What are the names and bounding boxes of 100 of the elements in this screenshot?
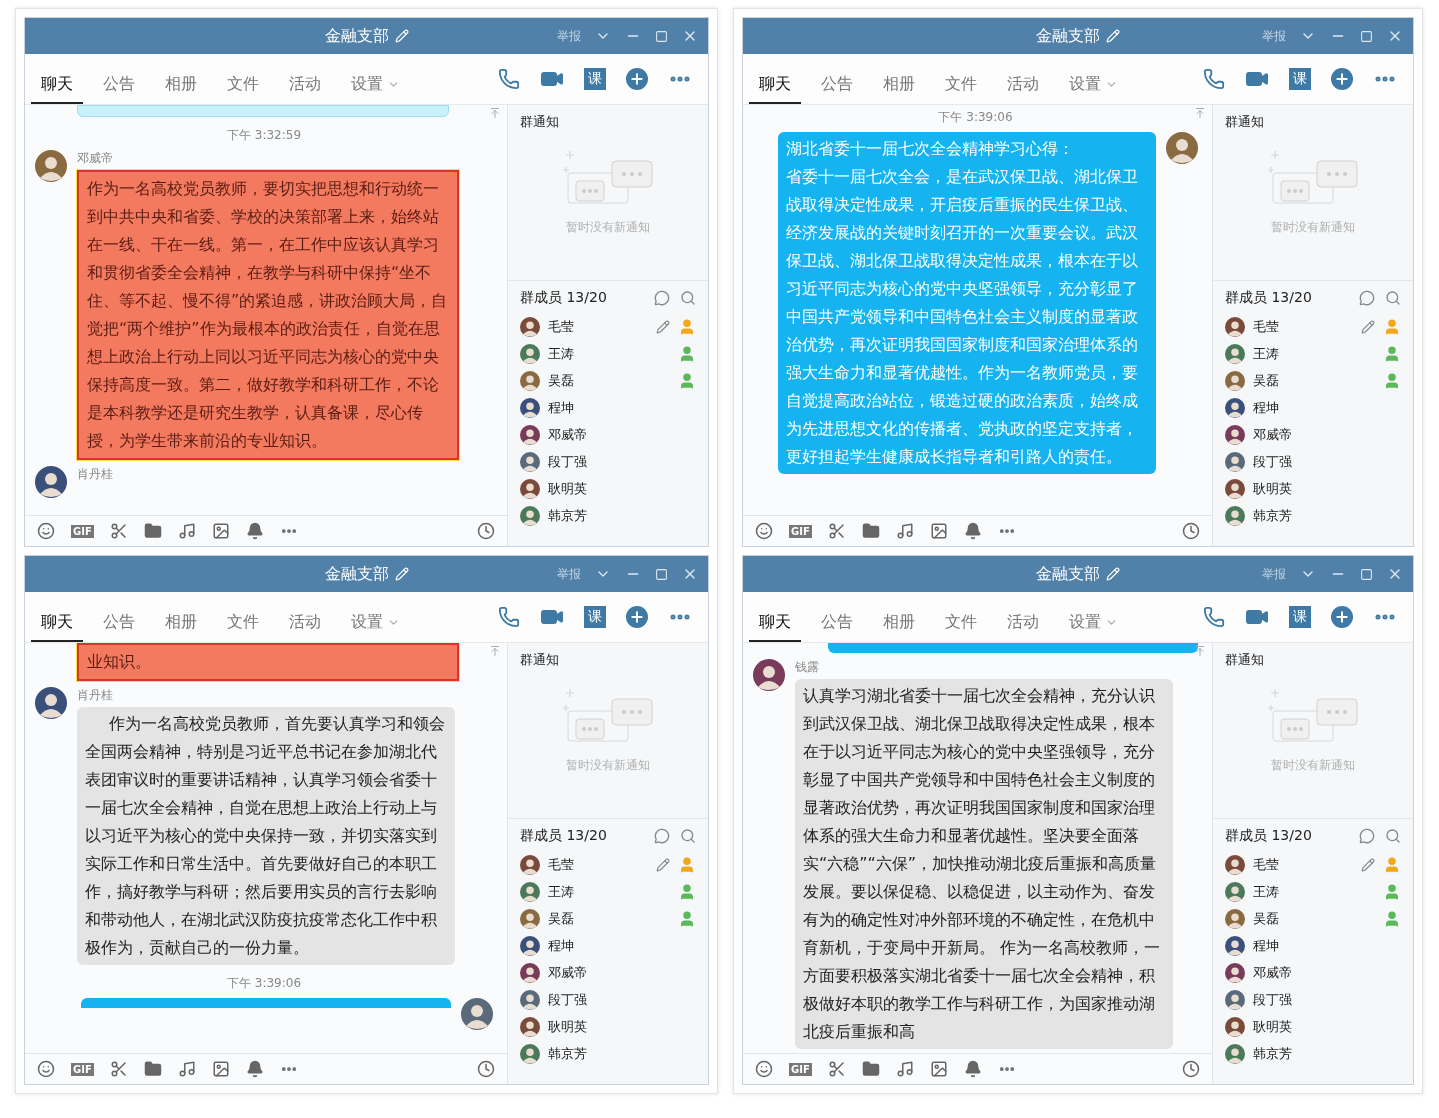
clock-icon[interactable] [477,1060,495,1078]
add-icon[interactable] [626,606,648,628]
bell-icon[interactable] [963,1060,982,1078]
member-item[interactable]: 毛莹 [508,851,708,878]
image-icon[interactable] [211,1060,230,1078]
member-item[interactable]: 王涛 [1213,878,1413,905]
member-item[interactable]: 段丁强 [1213,448,1413,475]
music-icon[interactable] [895,1060,914,1078]
tab[interactable]: 活动 [997,592,1049,642]
chat-icon[interactable] [1359,828,1375,844]
phone-icon[interactable] [498,606,520,628]
chat-icon[interactable] [1359,290,1375,306]
member-item[interactable]: 毛莹 [1213,313,1413,340]
member-item[interactable]: 程坤 [508,394,708,421]
member-item[interactable]: 吴磊 [1213,905,1413,932]
folder-icon[interactable] [861,1060,880,1078]
member-item[interactable]: 耿明英 [1213,475,1413,502]
tab[interactable]: 设置 [341,592,410,642]
scissors-icon[interactable] [109,1060,128,1078]
tab[interactable]: 活动 [279,54,331,104]
folder-icon[interactable] [143,1060,162,1078]
member-item[interactable]: 王涛 [508,878,708,905]
tab[interactable]: 公告 [811,54,863,104]
clock-icon[interactable] [1182,522,1200,540]
search-icon[interactable] [1385,828,1401,844]
member-item[interactable]: 王涛 [508,340,708,367]
tab[interactable]: 文件 [935,54,987,104]
smiley-icon[interactable] [37,522,55,540]
phone-icon[interactable] [1203,68,1225,90]
member-item[interactable]: 王涛 [1213,340,1413,367]
search-icon[interactable] [680,290,696,306]
member-item[interactable]: 邓威帝 [508,959,708,986]
tab[interactable]: 文件 [217,592,269,642]
tab[interactable]: 设置 [1059,592,1128,642]
smiley-icon[interactable] [37,1060,55,1078]
member-item[interactable]: 毛莹 [508,313,708,340]
tab[interactable]: 文件 [935,592,987,642]
member-item[interactable]: 邓威帝 [1213,959,1413,986]
folder-icon[interactable] [861,522,880,540]
music-icon[interactable] [895,522,914,540]
edit-icon[interactable] [656,857,670,872]
image-icon[interactable] [929,1060,948,1078]
member-item[interactable]: 段丁强 [1213,986,1413,1013]
clock-icon[interactable] [477,522,495,540]
member-item[interactable]: 吴磊 [1213,367,1413,394]
tab[interactable]: 设置 [341,54,410,104]
scissors-icon[interactable] [827,1060,846,1078]
course-button[interactable]: 课 [1289,68,1311,90]
scissors-icon[interactable] [109,522,128,540]
tab[interactable]: 相册 [873,592,925,642]
music-icon[interactable] [177,1060,196,1078]
member-item[interactable]: 程坤 [508,932,708,959]
tab[interactable]: 相册 [155,54,207,104]
phone-icon[interactable] [1203,606,1225,628]
edit-icon[interactable] [1361,857,1375,872]
member-item[interactable]: 韩京芳 [508,502,708,529]
music-icon[interactable] [177,522,196,540]
member-item[interactable]: 耿明英 [508,475,708,502]
clock-icon[interactable] [1182,1060,1200,1078]
smiley-icon[interactable] [755,1060,773,1078]
bell-icon[interactable] [245,522,264,540]
search-icon[interactable] [1385,290,1401,306]
course-button[interactable]: 课 [584,68,606,90]
search-icon[interactable] [680,828,696,844]
add-icon[interactable] [1331,68,1353,90]
maximize-icon[interactable] [1360,567,1373,581]
collapse-icon[interactable] [1194,645,1206,657]
phone-icon[interactable] [498,68,520,90]
member-item[interactable]: 段丁强 [508,448,708,475]
image-icon[interactable] [929,522,948,540]
tab[interactable]: 活动 [279,592,331,642]
member-item[interactable]: 程坤 [1213,932,1413,959]
maximize-icon[interactable] [655,29,668,43]
tab[interactable]: 相册 [155,592,207,642]
image-icon[interactable] [211,522,230,540]
add-icon[interactable] [1331,606,1353,628]
tab[interactable]: 公告 [93,592,145,642]
member-item[interactable]: 耿明英 [1213,1013,1413,1040]
maximize-icon[interactable] [1360,29,1373,43]
member-item[interactable]: 程坤 [1213,394,1413,421]
member-item[interactable]: 段丁强 [508,986,708,1013]
maximize-icon[interactable] [655,567,668,581]
member-item[interactable]: 韩京芳 [1213,1040,1413,1067]
tab[interactable]: 公告 [93,54,145,104]
bell-icon[interactable] [963,522,982,540]
member-item[interactable]: 韩京芳 [508,1040,708,1067]
scissors-icon[interactable] [827,522,846,540]
member-item[interactable]: 耿明英 [508,1013,708,1040]
course-button[interactable]: 课 [584,606,606,628]
edit-icon[interactable] [656,319,670,334]
add-icon[interactable] [626,68,648,90]
gif-button[interactable]: GIF [71,524,94,538]
edit-icon[interactable] [1361,319,1375,334]
course-button[interactable]: 课 [1289,606,1311,628]
chat-icon[interactable] [654,290,670,306]
gif-button[interactable]: GIF [789,1062,812,1076]
tab[interactable]: 公告 [811,592,863,642]
member-item[interactable]: 韩京芳 [1213,502,1413,529]
folder-icon[interactable] [143,522,162,540]
tab[interactable]: 相册 [873,54,925,104]
